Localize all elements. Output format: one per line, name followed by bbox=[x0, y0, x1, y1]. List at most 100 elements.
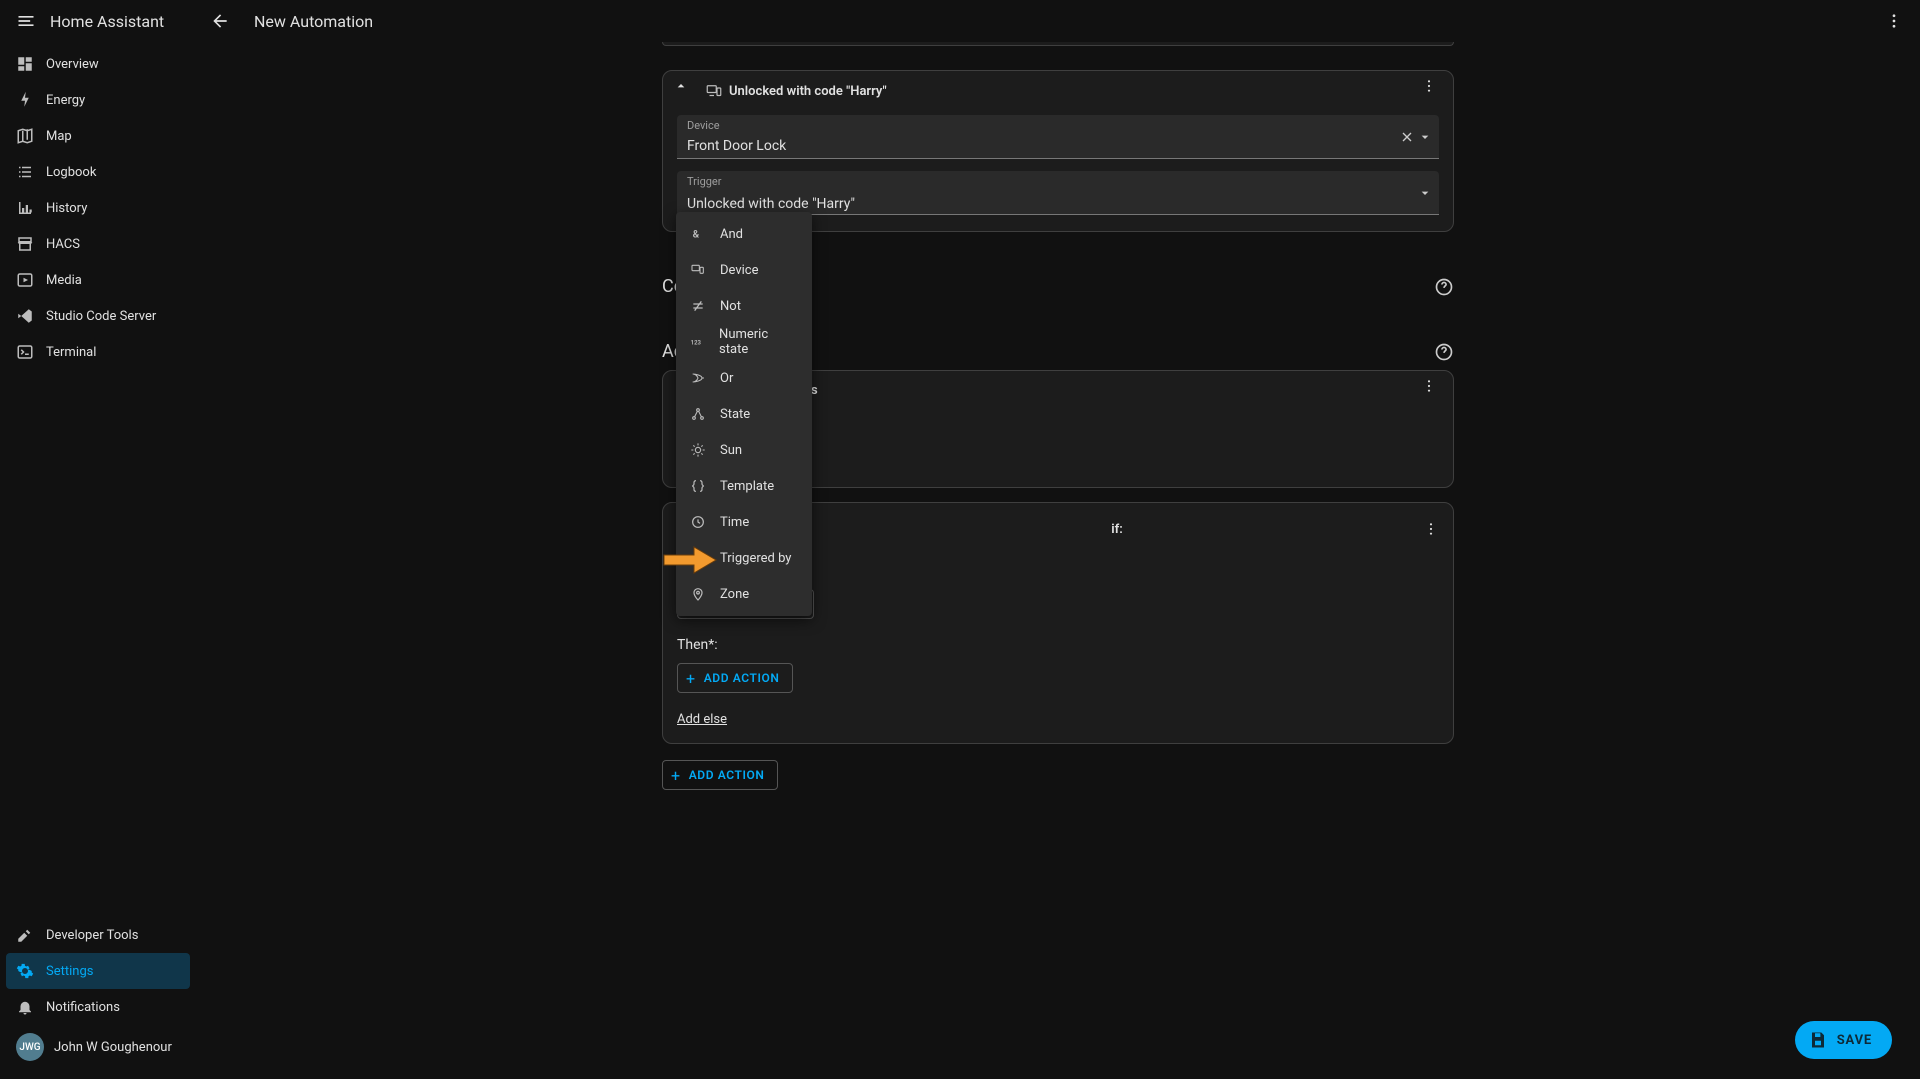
dots-vertical-icon bbox=[1884, 11, 1904, 31]
page-overflow-button[interactable] bbox=[1874, 11, 1914, 31]
clock-icon bbox=[690, 514, 720, 530]
collapse-button[interactable] bbox=[673, 78, 699, 104]
main-content: Unlocked with code "Harry" Device Front … bbox=[196, 42, 1920, 1079]
chart-icon bbox=[16, 199, 46, 217]
lightning-icon bbox=[16, 91, 46, 109]
dropdown-item-zone[interactable]: Zone bbox=[676, 576, 812, 612]
map-icon bbox=[16, 127, 46, 145]
sidebar-item-overview[interactable]: Overview bbox=[6, 46, 190, 82]
device-field-value: Front Door Lock bbox=[687, 138, 1429, 154]
add-action-inner-label: Add Action bbox=[704, 671, 780, 685]
state-icon bbox=[690, 406, 720, 422]
dropdown-item-label: And bbox=[720, 227, 743, 242]
trigger-field-value: Unlocked with code "Harry" bbox=[687, 196, 1429, 212]
pin-icon bbox=[690, 586, 720, 602]
trigger-card: Unlocked with code "Harry" Device Front … bbox=[662, 70, 1454, 232]
play-icon bbox=[16, 271, 46, 289]
trigger-field-label: Trigger bbox=[687, 175, 721, 188]
chevron-down-icon[interactable] bbox=[1417, 185, 1433, 201]
dropdown-item-label: Numeric state bbox=[719, 327, 798, 357]
dropdown-item-label: Not bbox=[720, 299, 741, 314]
device-field-label: Device bbox=[687, 119, 720, 132]
chevron-down-icon[interactable] bbox=[1417, 129, 1433, 145]
list-icon bbox=[16, 163, 46, 181]
plus-icon: + bbox=[671, 766, 681, 785]
dropdown-item-template[interactable]: Template bbox=[676, 468, 812, 504]
sidebar-item-map[interactable]: Map bbox=[6, 118, 190, 154]
plus-icon: + bbox=[686, 669, 696, 688]
sidebar-item-terminal[interactable]: Terminal bbox=[6, 334, 190, 370]
hammer-icon bbox=[16, 926, 46, 944]
sidebar-item-label: Settings bbox=[46, 964, 93, 979]
device-field[interactable]: Device Front Door Lock bbox=[677, 115, 1439, 159]
sidebar-item-hacs[interactable]: HACS bbox=[6, 226, 190, 262]
svg-text:&: & bbox=[693, 229, 700, 240]
sidebar: Overview Energy Map Logbook History HACS… bbox=[0, 42, 196, 1079]
dropdown-item-label: Triggered by bbox=[720, 551, 791, 566]
store-icon bbox=[16, 235, 46, 253]
sidebar-item-media[interactable]: Media bbox=[6, 262, 190, 298]
sidebar-item-studio-code[interactable]: Studio Code Server bbox=[6, 298, 190, 334]
braces-icon bbox=[690, 478, 720, 494]
then-label: Then*: bbox=[677, 637, 1439, 653]
sidebar-item-label: Studio Code Server bbox=[46, 309, 156, 324]
sidebar-item-label: Energy bbox=[46, 93, 85, 108]
dropdown-item-or[interactable]: Or bbox=[676, 360, 812, 396]
ampersand-icon: & bbox=[690, 226, 720, 242]
sidebar-item-profile[interactable]: JWG John W Goughenour bbox=[6, 1025, 190, 1069]
device-icon bbox=[705, 82, 723, 100]
sidebar-item-energy[interactable]: Energy bbox=[6, 82, 190, 118]
add-action-label: Add Action bbox=[689, 768, 765, 782]
dropdown-item-label: Template bbox=[720, 479, 774, 494]
choose-card-overflow[interactable] bbox=[1423, 521, 1439, 537]
clear-icon[interactable] bbox=[1399, 129, 1415, 145]
dropdown-item-and[interactable]: & And bbox=[676, 216, 812, 252]
if-suffix: if: bbox=[1111, 522, 1123, 537]
sidebar-item-label: Overview bbox=[46, 57, 99, 72]
trigger-field[interactable]: Trigger Unlocked with code "Harry" bbox=[677, 171, 1439, 215]
dropdown-item-numeric[interactable]: 123 Numeric state bbox=[676, 324, 812, 360]
dropdown-item-label: Sun bbox=[720, 443, 742, 458]
save-button[interactable]: SAVE bbox=[1795, 1021, 1892, 1059]
trigger-card-overflow[interactable] bbox=[1421, 78, 1447, 104]
back-button[interactable] bbox=[200, 11, 240, 31]
dropdown-item-label: State bbox=[720, 407, 750, 422]
add-action-button[interactable]: + Add Action bbox=[662, 760, 778, 790]
device-icon bbox=[690, 262, 720, 278]
menu-button[interactable] bbox=[6, 11, 46, 31]
dropdown-item-sun[interactable]: Sun bbox=[676, 432, 812, 468]
help-icon[interactable] bbox=[1434, 277, 1454, 297]
sidebar-item-developer-tools[interactable]: Developer Tools bbox=[6, 917, 190, 953]
dropdown-item-not[interactable]: Not bbox=[676, 288, 812, 324]
sidebar-item-label: Map bbox=[46, 129, 72, 144]
sidebar-item-label: Notifications bbox=[46, 1000, 120, 1015]
help-icon[interactable] bbox=[1434, 342, 1454, 362]
sidebar-item-label: History bbox=[46, 201, 87, 216]
action-card-1-overflow[interactable] bbox=[1421, 378, 1447, 404]
terminal-icon bbox=[16, 343, 46, 361]
sidebar-item-settings[interactable]: Settings bbox=[6, 953, 190, 989]
gear-icon bbox=[16, 962, 46, 980]
sidebar-item-notifications[interactable]: Notifications bbox=[6, 989, 190, 1025]
avatar: JWG bbox=[16, 1033, 44, 1061]
numeric-icon: 123 bbox=[690, 334, 719, 350]
page-title: New Automation bbox=[254, 12, 373, 31]
dropdown-item-device[interactable]: Device bbox=[676, 252, 812, 288]
trigger-card-title: Unlocked with code "Harry" bbox=[729, 84, 1421, 99]
add-else-link[interactable]: Add else bbox=[677, 712, 727, 727]
callout-arrow bbox=[662, 545, 718, 575]
sidebar-item-history[interactable]: History bbox=[6, 190, 190, 226]
previous-card-bottom-edge bbox=[662, 42, 1454, 46]
sidebar-item-logbook[interactable]: Logbook bbox=[6, 154, 190, 190]
dropdown-item-label: Device bbox=[720, 263, 759, 278]
user-name: John W Goughenour bbox=[54, 1040, 172, 1055]
sidebar-item-label: Logbook bbox=[46, 165, 96, 180]
action-card-1-title-suffix: s bbox=[811, 383, 818, 398]
arrow-left-icon bbox=[210, 11, 230, 31]
dropdown-item-time[interactable]: Time bbox=[676, 504, 812, 540]
add-action-inner-button[interactable]: + Add Action bbox=[677, 663, 793, 693]
dropdown-item-label: Or bbox=[720, 371, 733, 386]
dropdown-item-state[interactable]: State bbox=[676, 396, 812, 432]
sidebar-item-label: Terminal bbox=[46, 345, 96, 360]
save-icon bbox=[1809, 1031, 1827, 1049]
